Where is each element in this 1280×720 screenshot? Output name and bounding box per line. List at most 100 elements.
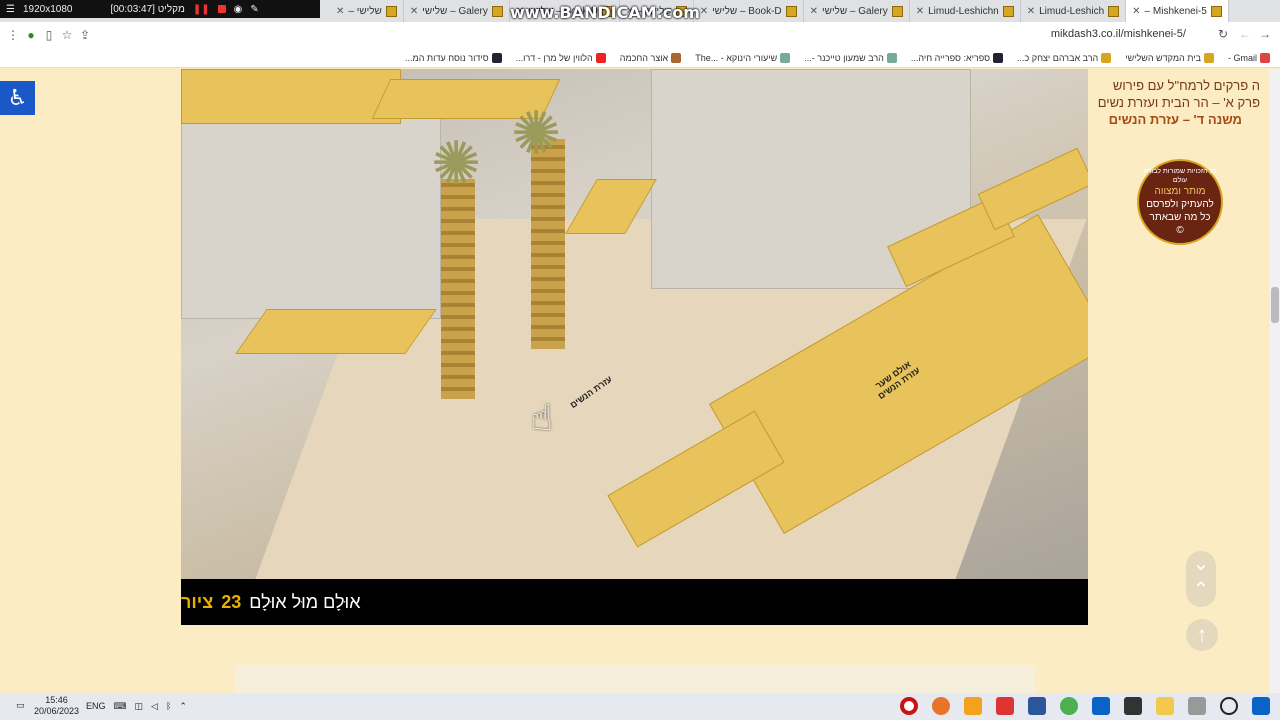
bookmark-item[interactable]: סידור נוסח עדות המ... <box>405 52 502 63</box>
browser-tab[interactable]: Limud-Leshichn ✕ <box>910 0 1021 22</box>
pencil-icon[interactable]: ✎ <box>250 4 258 15</box>
address-bar: ⋮ ● ▯ ☆ ⇪ mikdash3.co.il/mishkenei-5/ ↻ … <box>0 22 1280 48</box>
file-explorer-icon[interactable] <box>1156 697 1174 715</box>
sidebar-line-current[interactable]: משנה ד' – עזרת הנשים <box>1090 111 1260 128</box>
reload-icon[interactable]: ↻ <box>1214 27 1232 41</box>
search-icon[interactable] <box>1220 697 1238 715</box>
bookmark-item[interactable]: הרב שמעון טייכנר -... <box>804 52 897 63</box>
close-icon[interactable]: ✕ <box>810 6 818 17</box>
bookmark-label: שיעורי הינוקא - ...The <box>695 52 778 63</box>
app-icon[interactable] <box>996 697 1014 715</box>
scrollbar-thumb[interactable] <box>1271 287 1279 323</box>
browser-tab[interactable]: שלישי – ✕ <box>330 0 404 22</box>
volume-icon[interactable]: ◁ <box>151 701 158 712</box>
site-favicon-icon <box>491 5 503 17</box>
bookmark-item[interactable]: Gmail - <box>1227 52 1270 63</box>
language-indicator[interactable]: ENG <box>86 701 106 712</box>
figure-caption: ציור 23 אוּלָם מוּל אוּלָם <box>181 579 1088 625</box>
seal-text: להעתיק ולפרסם <box>1146 199 1214 210</box>
illustration: ✺ ✺ עזרת הנשים אולם שער עזרת הנשים ☝ <box>181 69 1088 579</box>
camera-icon[interactable]: ◉ <box>234 4 243 15</box>
page-scrollbar[interactable] <box>1270 69 1280 693</box>
more-menu-icon[interactable]: ⋮ <box>4 28 22 42</box>
chevron-up-icon[interactable]: ⌃ <box>179 701 187 712</box>
bandicam-watermark: www.BANDICAM.com <box>510 3 700 22</box>
firefox-icon[interactable] <box>932 697 950 715</box>
bookmark-item[interactable]: בית המקדש השלישי <box>1125 52 1214 63</box>
close-icon[interactable]: ✕ <box>336 6 344 17</box>
seal-caption: כל הזכויות שמורות לבורא עולם <box>1143 168 1217 184</box>
url-field[interactable]: mikdash3.co.il/mishkenei-5/ <box>1051 28 1186 40</box>
sidebar-line[interactable]: פרק א' – הר הבית ועזרת נשים <box>1090 94 1260 111</box>
word-icon[interactable] <box>1028 697 1046 715</box>
bookmark-label: הלווין של מרן - דרו... <box>515 52 593 63</box>
bookmark-label: הרב שמעון טייכנר -... <box>804 52 884 63</box>
pillar <box>531 139 565 349</box>
site-favicon-icon <box>785 5 797 17</box>
close-icon[interactable]: ✕ <box>916 6 924 17</box>
site-favicon-icon <box>491 52 502 63</box>
arrow-up-icon: ↑ <box>1196 622 1208 647</box>
browser-tab-active[interactable]: Mishkenei-5 – ✕ <box>1126 0 1229 22</box>
browser-tab[interactable]: Book-D – שלישי ✕ <box>694 0 804 22</box>
sefaria-icon <box>993 52 1004 63</box>
palm-tree-icon: ✺ <box>511 100 562 167</box>
gmail-icon <box>1260 52 1270 63</box>
network-icon[interactable]: ◫ <box>135 701 144 712</box>
back-to-top-button[interactable]: ↑ <box>1186 619 1218 651</box>
extension-icon[interactable]: ● <box>22 28 40 42</box>
stop-icon[interactable] <box>217 5 226 13</box>
close-icon[interactable]: ✕ <box>700 6 708 17</box>
close-icon[interactable]: ✕ <box>1132 6 1140 17</box>
sidebar-line[interactable]: ה פרקים לרמח"ל עם פירוש <box>1090 77 1260 94</box>
sidebar-breadcrumb: ה פרקים לרמח"ל עם פירוש פרק א' – הר הבית… <box>1090 77 1260 128</box>
bookmark-item[interactable]: ספריא: ספרייה חיה... <box>910 52 1004 63</box>
bookmark-label: Gmail - <box>1227 52 1257 63</box>
forward-icon[interactable]: ← <box>1236 27 1254 41</box>
menu-icon[interactable]: ☰ <box>6 4 15 15</box>
sidebar-icon[interactable]: ▯ <box>40 28 58 42</box>
browser-tab[interactable]: Limud-Leshich ✕ <box>1021 0 1127 22</box>
notification-icon[interactable]: ▭ <box>16 700 25 711</box>
site-favicon-icon <box>886 52 897 63</box>
bookmark-item[interactable]: שיעורי הינוקא - ...The <box>695 52 791 63</box>
bookmark-label: ספריא: ספרייה חיה... <box>910 52 991 63</box>
pause-icon[interactable]: ❚❚ <box>193 4 210 15</box>
youtube-icon <box>595 52 606 63</box>
bookmark-item[interactable]: הרב אברהם יצחק כ... <box>1017 52 1112 63</box>
share-icon[interactable]: ⇪ <box>76 28 94 42</box>
back-icon[interactable]: → <box>1256 27 1274 41</box>
bookmark-star-icon[interactable]: ☆ <box>58 28 76 42</box>
clock[interactable]: 15:46 20/06/2023 <box>34 695 79 717</box>
bookmark-label: אוצר החכמה <box>619 52 669 63</box>
site-favicon-icon <box>1002 5 1014 17</box>
browser-tab[interactable]: Galery – שלישי ✕ <box>804 0 910 22</box>
mail-icon[interactable] <box>1092 697 1110 715</box>
record-app-icon[interactable] <box>900 697 918 715</box>
app-icon[interactable] <box>964 697 982 715</box>
system-tray: ENG ⌨ ◫ ◁ ᛒ ⌃ <box>86 701 187 712</box>
keyboard-icon[interactable]: ⌨ <box>114 701 127 712</box>
bookmark-item[interactable]: אוצר החכמה <box>619 52 682 63</box>
chevron-up-icon: ⌃ <box>1192 579 1210 601</box>
recorder-status: [00:03:47] מקליט <box>110 3 185 15</box>
tab-label: Limud-Leshich <box>1039 5 1105 17</box>
site-favicon-icon <box>1210 5 1222 17</box>
bookmark-item[interactable]: הלווין של מרן - דרו... <box>515 52 606 63</box>
chrome-icon[interactable] <box>1060 697 1078 715</box>
site-favicon-icon <box>1101 52 1112 63</box>
close-icon[interactable]: ✕ <box>1027 6 1035 17</box>
caption-text: אוּלָם מוּל אוּלָם <box>249 591 361 612</box>
close-icon[interactable]: ✕ <box>410 6 418 17</box>
gold-roof <box>235 309 437 354</box>
accessibility-icon[interactable]: ♿ <box>0 81 35 115</box>
bluetooth-icon[interactable]: ᛒ <box>166 701 171 712</box>
site-favicon-icon <box>780 52 791 63</box>
windows-start-icon[interactable] <box>1252 697 1270 715</box>
scroll-toggle-button[interactable]: ⌄ ⌃ <box>1186 551 1216 607</box>
store-icon[interactable] <box>1124 697 1142 715</box>
clock-date: 20/06/2023 <box>34 706 80 716</box>
browser-tab[interactable]: Galery – שלישי ✕ <box>404 0 510 22</box>
site-favicon-icon <box>891 5 903 17</box>
task-view-icon[interactable] <box>1188 697 1206 715</box>
